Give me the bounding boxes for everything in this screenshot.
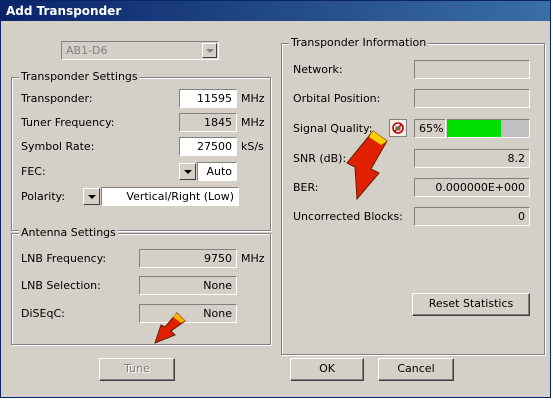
annotation-arrow-icon [346,130,388,201]
signal-quality-meter-fill [448,120,501,137]
lnb-selection-label: LNB Selection: [21,279,101,292]
orbital-position-label: Orbital Position: [293,92,381,105]
transponder-label: Transponder: [21,92,93,105]
uncorrected-blocks-label: Uncorrected Blocks: [293,210,403,223]
add-transponder-dialog: Add Transponder AB1-D6 Transponder Setti… [0,0,551,398]
tuner-frequency-label: Tuner Frequency: [21,116,115,129]
lnb-frequency-field: 9750 [139,249,237,268]
signal-quality-percent: 65% [414,119,446,138]
uncorrected-blocks-field: 0 [414,207,530,226]
signal-quality-meter [447,119,530,138]
polarity-value[interactable]: Vertical/Right (Low) [101,187,239,206]
network-label: Network: [293,63,343,76]
lnb-frequency-unit: MHz [241,252,265,265]
transponder-unit: MHz [241,92,265,105]
ber-label: BER: [293,181,319,194]
reset-statistics-button[interactable]: Reset Statistics [412,293,530,316]
symbol-rate-input[interactable]: 27500 [179,137,237,156]
lnb-selection-field: None [139,276,237,295]
orbital-position-field [414,89,530,108]
lnb-frequency-label: LNB Frequency: [21,252,107,265]
fec-value[interactable]: Auto [197,162,237,181]
diseqc-label: DiSEqC: [21,307,65,320]
window-title: Add Transponder [1,1,550,21]
satellite-select: AB1-D6 [61,41,219,60]
ok-button[interactable]: OK [290,358,364,381]
snr-field: 8.2 [414,149,530,168]
network-field [414,60,530,79]
ber-field: 0.000000E+000 [414,178,530,197]
snr-label: SNR (dB): [293,152,347,165]
polarity-label: Polarity: [21,190,66,203]
cancel-button[interactable]: Cancel [378,358,454,381]
antenna-settings-title: Antenna Settings [19,226,118,240]
tune-button[interactable]: Tune [99,358,175,381]
transponder-input[interactable]: 11595 [179,89,237,108]
satellite-select-value: AB1-D6 [66,44,108,57]
transponder-information-title: Transponder Information [289,36,429,50]
tuner-frequency-unit: MHz [241,116,265,129]
symbol-rate-label: Symbol Rate: [21,140,95,153]
fec-label: FEC: [21,165,46,178]
transponder-settings-title: Transponder Settings [19,70,140,84]
symbol-rate-unit: kS/s [241,140,264,153]
tuner-frequency-field: 1845 [179,113,237,132]
tune-annotation-arrow-icon [154,312,186,344]
polarity-dropdown-arrow-icon[interactable] [83,188,100,205]
satellite-dropdown-arrow-icon [202,43,217,58]
fec-dropdown-arrow-icon[interactable] [179,163,196,180]
dialog-client-area: AB1-D6 Transponder Settings Transponder:… [3,21,548,395]
